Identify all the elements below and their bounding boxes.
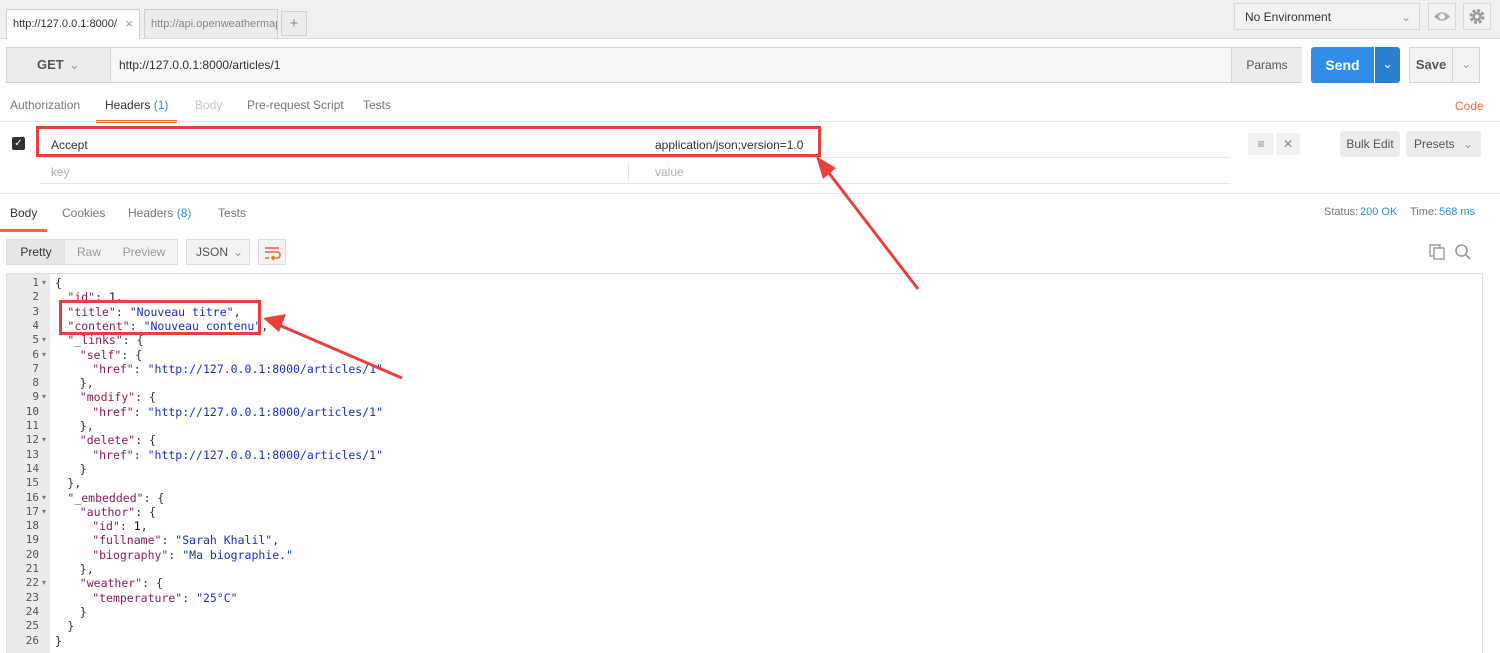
annotation-arrows bbox=[263, 156, 920, 380]
annotation-arrow-to-header bbox=[816, 156, 920, 290]
annotation-arrow-to-body bbox=[263, 314, 403, 380]
